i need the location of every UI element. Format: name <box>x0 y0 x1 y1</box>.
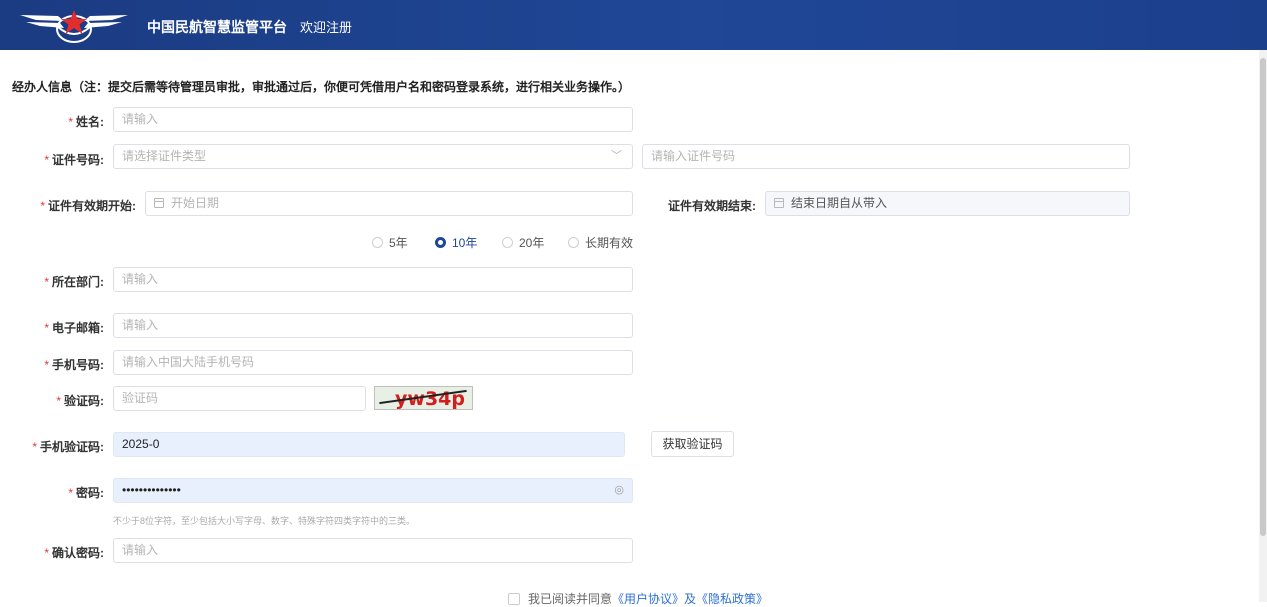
email-label: * 电子邮箱: <box>44 321 104 335</box>
calendar-icon <box>154 198 164 208</box>
sms-code-input[interactable]: 2025-0 <box>113 432 625 457</box>
confirm-password-input[interactable]: 请输入 <box>113 538 633 563</box>
radio-10-years[interactable]: 10年 <box>435 234 477 251</box>
chevron-down-icon: ﹀ <box>611 150 622 162</box>
captcha-label: * 验证码: <box>56 394 104 408</box>
radio-circle-icon <box>502 237 513 248</box>
id-type-select[interactable]: 请选择证件类型 ﹀ <box>113 144 633 169</box>
eye-icon[interactable]: ◎ <box>614 479 624 502</box>
required-mark: * <box>68 115 73 129</box>
validity-start-date-input[interactable]: 开始日期 <box>145 191 633 216</box>
header-bar: 中国民航智慧监管平台 欢迎注册 <box>0 0 1267 50</box>
calendar-icon <box>774 198 784 208</box>
agreement-text: 我已阅读并同意 <box>528 592 613 606</box>
department-label: * 所在部门: <box>44 275 104 289</box>
page-scrollbar-thumb[interactable] <box>1260 58 1266 536</box>
radio-circle-icon <box>372 237 383 248</box>
sms-code-label: * 手机验证码: <box>32 440 104 454</box>
agreement-link[interactable]: 《用户协议》及《隐私政策》 <box>612 592 768 606</box>
password-hint: 不少于8位字符，至少包括大小写字母、数字、特殊字符四类字符中的三类。 <box>113 516 416 526</box>
get-sms-code-button[interactable]: 获取验证码 <box>651 431 734 457</box>
password-input[interactable]: •••••••••••••• ◎ <box>113 478 633 503</box>
phone-input[interactable]: 请输入中国大陆手机号码 <box>113 350 633 375</box>
validity-start-label: * 证件有效期开始: <box>40 199 136 213</box>
page-subtitle: 欢迎注册 <box>300 20 353 35</box>
captcha-input[interactable]: 验证码 <box>113 386 366 411</box>
radio-selected-icon <box>435 237 446 248</box>
email-input[interactable]: 请输入 <box>113 313 633 338</box>
name-input[interactable]: 请输入 <box>113 107 633 132</box>
name-label: * 姓名: <box>68 115 104 129</box>
validity-end-label: 证件有效期结束: <box>668 199 756 213</box>
confirm-password-label: * 确认密码: <box>44 546 104 560</box>
operator-info-notice: 经办人信息（注：提交后需等待管理员审批，审批通过后，你便可凭借用户名和密码登录系… <box>12 80 631 94</box>
platform-title: 中国民航智慧监管平台 <box>147 19 287 35</box>
winged-star-logo-icon <box>20 10 128 43</box>
id-number-label: * 证件号码: <box>44 153 104 167</box>
radio-circle-icon <box>568 237 579 248</box>
captcha-image[interactable]: yw34p <box>374 386 473 410</box>
radio-5-years[interactable]: 5年 <box>372 234 408 251</box>
validity-end-date-input: 结束日期自从带入 <box>765 191 1130 216</box>
phone-label: * 手机号码: <box>44 358 104 372</box>
agreement-checkbox[interactable] <box>508 593 520 605</box>
agreement-row: 我已阅读并同意《用户协议》及《隐私政策》 <box>508 590 768 607</box>
password-label: * 密码: <box>68 486 104 500</box>
radio-20-years[interactable]: 20年 <box>502 234 544 251</box>
department-input[interactable]: 请输入 <box>113 267 633 292</box>
id-number-input[interactable]: 请输入证件号码 <box>642 144 1130 169</box>
radio-long-term[interactable]: 长期有效 <box>568 234 633 251</box>
